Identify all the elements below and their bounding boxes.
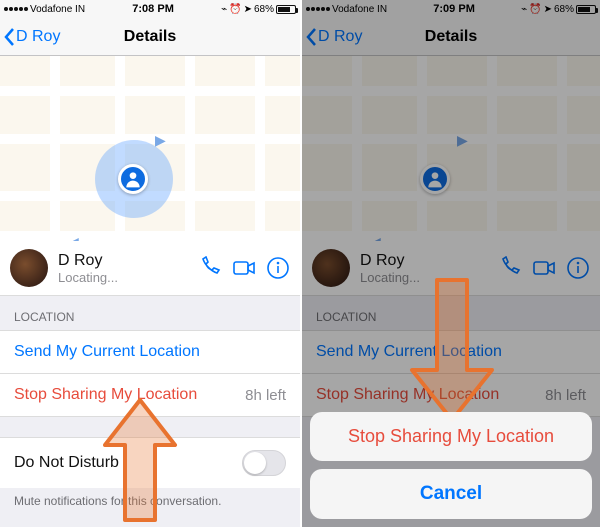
send-location-button[interactable]: Send My Current Location <box>0 330 300 373</box>
facetime-icon[interactable] <box>232 256 256 280</box>
do-not-disturb-row: Do Not Disturb <box>0 437 300 488</box>
chevron-left-icon <box>2 27 16 47</box>
sheet-stop-sharing-button[interactable]: Stop Sharing My Location <box>310 412 592 461</box>
screenshot-right: Vodafone IN 7:09 PM ⌁ ⏰ ➤ 68% D Roy Deta… <box>300 0 600 527</box>
user-location-pin[interactable] <box>118 164 148 194</box>
map-container[interactable]: ▶ ◀ <box>0 56 300 241</box>
navbar-title: Details <box>124 28 176 46</box>
dnd-label: Do Not Disturb <box>14 454 119 472</box>
contact-status: Locating... <box>58 270 198 285</box>
stop-sharing-label: Stop Sharing My Location <box>14 386 197 404</box>
alarm-icon: ⏰ <box>229 4 241 15</box>
contact-info: D Roy Locating... <box>58 252 198 285</box>
screenshot-left: Vodafone IN 7:08 PM ⌁ ⏰ ➤ 68% D Roy Deta… <box>0 0 300 527</box>
phone-icon[interactable] <box>198 256 222 280</box>
section-header-location: LOCATION <box>0 296 300 330</box>
action-sheet: Stop Sharing My Location Cancel <box>310 412 592 519</box>
send-location-label: Send My Current Location <box>14 343 200 361</box>
contact-row[interactable]: D Roy Locating... <box>0 241 300 296</box>
info-icon[interactable] <box>266 256 290 280</box>
contact-name: D Roy <box>58 252 198 270</box>
carrier-label: Vodafone IN <box>30 4 85 15</box>
dnd-footnote: Mute notifications for this conversation… <box>0 488 300 508</box>
battery-icon <box>276 5 296 14</box>
sheet-cancel-button[interactable]: Cancel <box>310 469 592 519</box>
back-label: D Roy <box>16 28 60 46</box>
stop-sharing-button[interactable]: Stop Sharing My Location 8h left <box>0 373 300 417</box>
navbar: D Roy Details <box>0 18 300 56</box>
time-left-label: 8h left <box>245 387 286 404</box>
status-bar: Vodafone IN 7:08 PM ⌁ ⏰ ➤ 68% <box>0 0 300 18</box>
avatar <box>10 249 48 287</box>
battery-percent: 68% <box>254 4 274 15</box>
dnd-switch[interactable] <box>242 450 286 476</box>
location-icon: ➤ <box>244 4 252 15</box>
signal-dots-icon <box>4 7 28 11</box>
person-icon <box>123 169 143 189</box>
back-button[interactable]: D Roy <box>2 18 60 55</box>
status-time: 7:08 PM <box>132 3 174 15</box>
bluetooth-icon: ⌁ <box>221 4 227 15</box>
